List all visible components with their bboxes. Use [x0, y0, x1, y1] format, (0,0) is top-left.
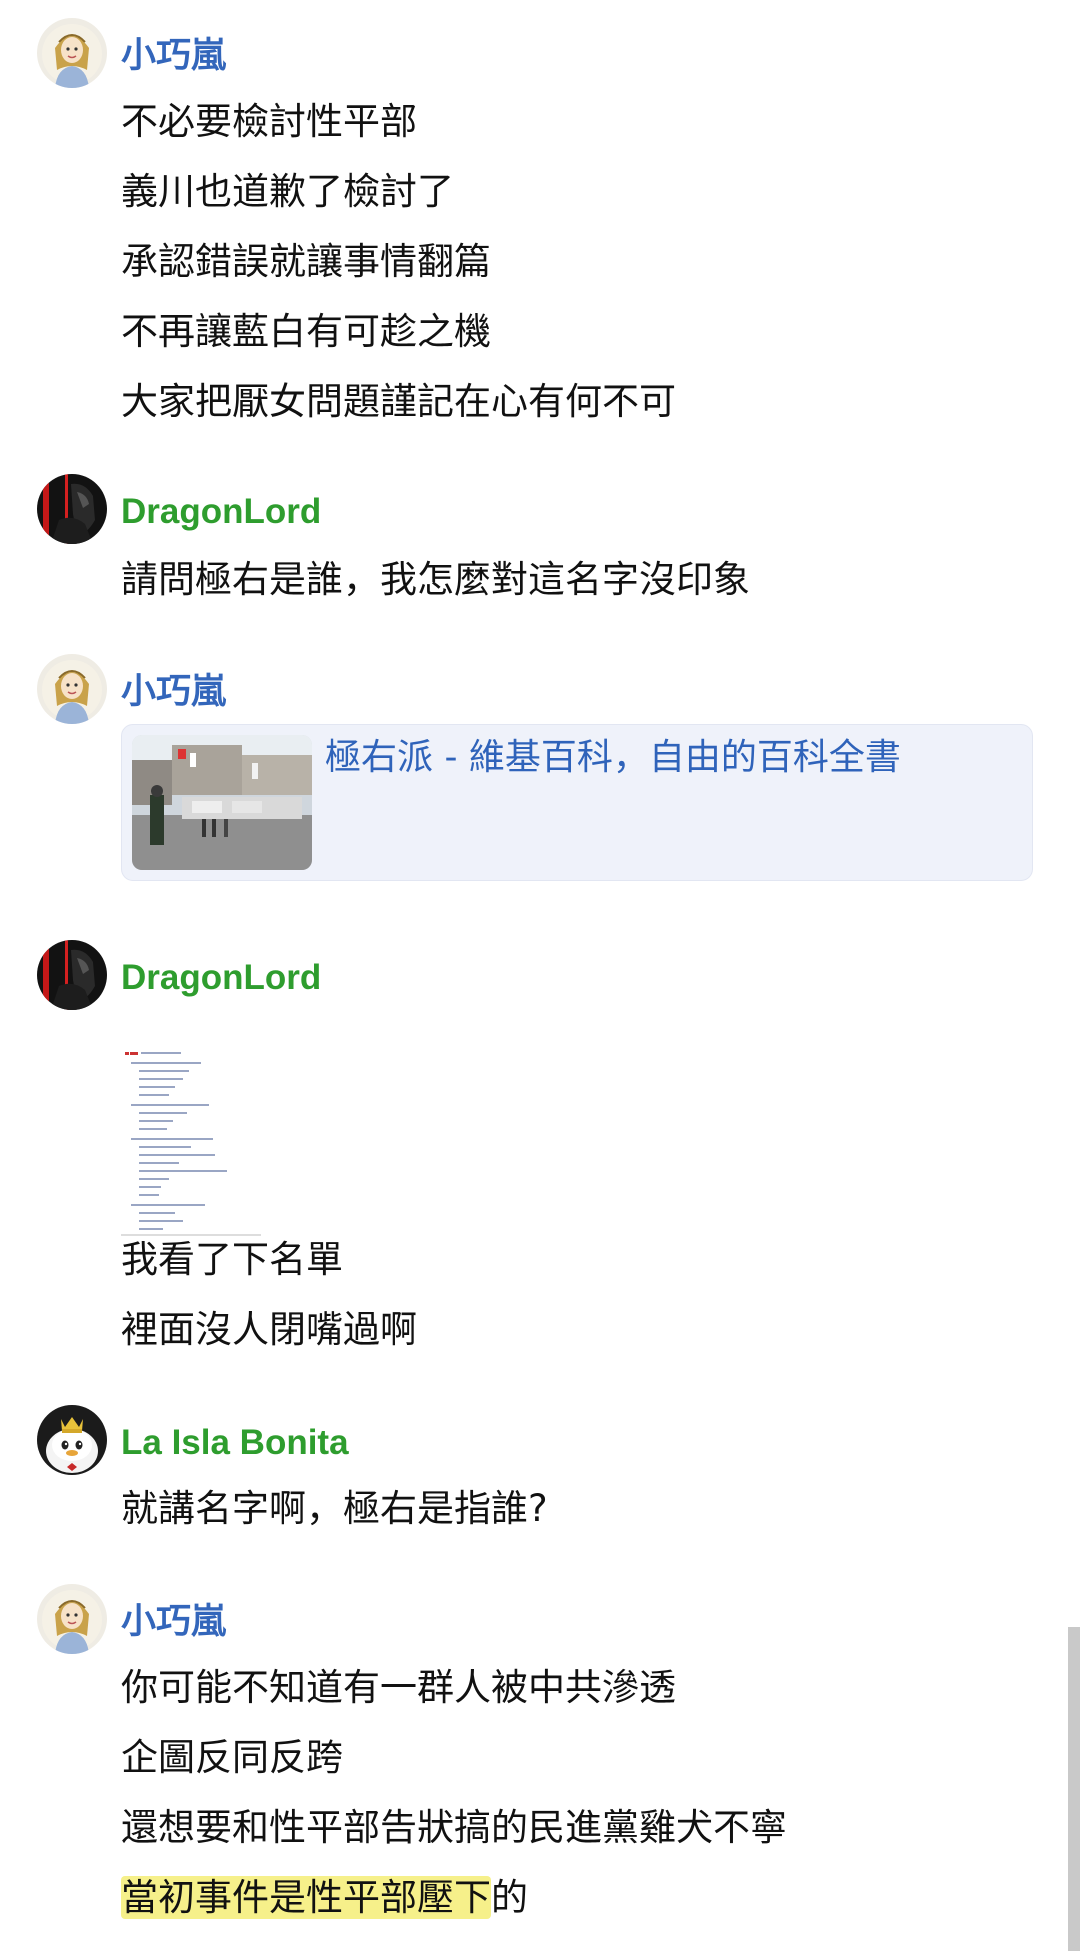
message-line: 你可能不知道有一群人被中共滲透 — [121, 1666, 676, 1709]
girl-avatar-icon[interactable] — [37, 1584, 107, 1654]
street-rally-photo-icon — [132, 735, 312, 870]
link-title[interactable]: 極右派 - 維基百科，自由的百科全書 — [325, 735, 901, 781]
message-line: 大家把厭女問題謹記在心有何不可 — [121, 380, 676, 423]
message-text-tail: 的 — [491, 1876, 528, 1919]
message-line: 就講名字啊，極右是指誰? — [121, 1487, 548, 1530]
dark-knight-avatar-icon[interactable] — [37, 940, 107, 1010]
girl-avatar-icon[interactable] — [37, 18, 107, 88]
message-line: 還想要和性平部告狀搞的民進黨雞犬不寧 — [121, 1806, 787, 1849]
dark-knight-avatar-icon[interactable] — [37, 474, 107, 544]
author-name[interactable]: 小巧嵐 — [121, 672, 226, 712]
message-line: 企圖反同反跨 — [121, 1736, 343, 1779]
highlighted-text: 當初事件是性平部壓下 — [121, 1876, 491, 1919]
crowned-penguin-avatar-icon[interactable] — [37, 1405, 107, 1475]
message-line-highlighted: 當初事件是性平部壓下的 — [121, 1876, 528, 1920]
author-name[interactable]: DragonLord — [121, 492, 321, 532]
scrollbar[interactable] — [1068, 1627, 1080, 1951]
author-name[interactable]: 小巧嵐 — [121, 1602, 226, 1642]
author-name[interactable]: La Isla Bonita — [121, 1423, 349, 1463]
author-name[interactable]: DragonLord — [121, 958, 321, 998]
author-name[interactable]: 小巧嵐 — [121, 36, 226, 76]
girl-avatar-icon[interactable] — [37, 654, 107, 724]
message-line: 不必要檢討性平部 — [121, 100, 417, 143]
message-line: 不再讓藍白有可趁之機 — [121, 310, 491, 353]
document-list-thumbnail-icon[interactable] — [121, 1048, 261, 1236]
message-line: 義川也道歉了檢討了 — [121, 170, 454, 213]
message-line: 請問極右是誰，我怎麼對這名字沒印象 — [121, 558, 750, 601]
link-preview-card[interactable]: 極右派 - 維基百科，自由的百科全書 — [121, 724, 1033, 881]
message-line: 承認錯誤就讓事情翻篇 — [121, 240, 491, 283]
message-line: 裡面沒人閉嘴過啊 — [121, 1308, 417, 1351]
message-line: 我看了下名單 — [121, 1238, 343, 1281]
